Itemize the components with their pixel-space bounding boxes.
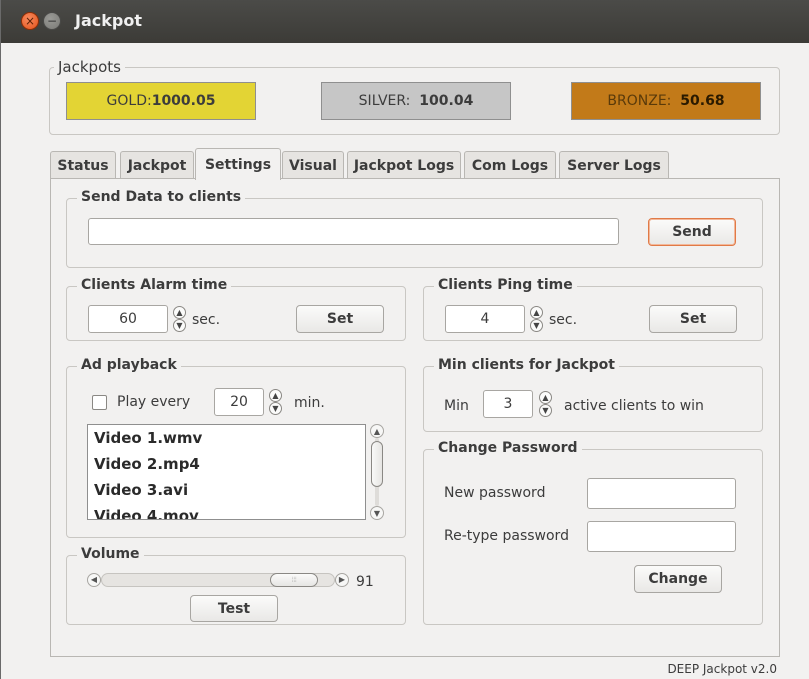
video-list-scrollbar[interactable]: ▲ ▼ [370,424,384,520]
spin-down-icon[interactable]: ▼ [269,402,282,415]
spin-up-icon[interactable]: ▲ [173,306,186,319]
play-every-checkbox[interactable] [92,395,107,410]
gold-jackpot-display: GOLD: 1000.05 [66,82,256,120]
min-clients-spinner[interactable]: ▲ ▼ [539,391,552,417]
volume-value: 91 [356,574,374,590]
ping-set-button[interactable]: Set [649,305,737,333]
tab-jackpot-logs[interactable]: Jackpot Logs [347,151,461,179]
bronze-value: 50.68 [680,93,725,109]
play-every-spinner[interactable]: ▲ ▼ [269,389,282,415]
title-bar: × − Jackpot [1,0,809,43]
new-password-field[interactable] [587,478,736,509]
list-item[interactable]: Video 4.mov [88,503,365,519]
alarm-time-spinner[interactable]: ▲ ▼ [173,306,186,332]
gold-value: 1000.05 [151,93,216,109]
min-clients-group-title: Min clients for Jackpot [434,357,619,373]
bronze-jackpot-display: BRONZE: 50.68 [571,82,761,120]
spin-up-icon[interactable]: ▲ [530,306,543,319]
jackpots-group-title: Jackpots [54,58,125,76]
change-password-group-title: Change Password [434,440,582,456]
window-title: Jackpot [75,11,142,30]
ping-unit-label: sec. [549,312,578,328]
list-item[interactable]: Video 1.wmv [88,425,365,451]
tab-visual[interactable]: Visual [282,151,344,179]
tab-com-logs[interactable]: Com Logs [464,151,556,179]
min-clients-input[interactable]: 3 [483,390,533,418]
app-window: × − Jackpot Jackpots GOLD: 1000.05 SILVER… [0,0,809,679]
volume-group-title: Volume [77,546,144,562]
change-password-button[interactable]: Change [634,565,722,593]
retype-password-label: Re-type password [444,528,569,544]
ping-time-group-title: Clients Ping time [434,277,577,293]
test-button[interactable]: Test [190,595,278,622]
tab-status[interactable]: Status [50,151,116,179]
scroll-down-icon[interactable]: ▼ [370,506,384,520]
alarm-time-group-title: Clients Alarm time [77,277,232,293]
play-every-unit: min. [294,395,325,411]
spin-up-icon[interactable]: ▲ [539,391,552,404]
scroll-right-icon[interactable]: ▶ [335,573,349,587]
tab-settings[interactable]: Settings [195,148,281,180]
silver-jackpot-display: SILVER: 100.04 [321,82,511,120]
ad-playback-group-title: Ad playback [77,357,181,373]
ping-time-input[interactable]: 4 [445,305,525,333]
min-clients-suffix: active clients to win [564,398,704,414]
close-icon[interactable]: × [21,12,39,30]
send-data-input[interactable] [88,218,619,245]
alarm-time-input[interactable]: 60 [88,305,168,333]
silver-label: SILVER: [358,93,411,109]
play-every-input[interactable]: 20 [214,388,264,416]
spin-down-icon[interactable]: ▼ [530,319,543,332]
play-every-label: Play every [117,394,191,410]
tab-jackpot[interactable]: Jackpot [120,151,194,179]
retype-password-field[interactable] [587,521,736,552]
scroll-thumb[interactable] [371,441,383,487]
alarm-set-button[interactable]: Set [296,305,384,333]
min-clients-prefix: Min [444,398,469,414]
list-item[interactable]: Video 3.avi [88,477,365,503]
scroll-left-icon[interactable]: ◀ [87,573,101,587]
volume-thumb[interactable]: ⦙⦙⦙ [270,573,319,587]
alarm-unit-label: sec. [192,312,221,328]
send-data-group-title: Send Data to clients [77,189,246,205]
version-label: DEEP Jackpot v2.0 [667,662,777,676]
gold-label: GOLD: [106,93,152,109]
ping-time-spinner[interactable]: ▲ ▼ [530,306,543,332]
spin-up-icon[interactable]: ▲ [269,389,282,402]
tab-server-logs[interactable]: Server Logs [559,151,669,179]
list-item[interactable]: Video 2.mp4 [88,451,365,477]
minimize-icon[interactable]: − [43,12,61,30]
silver-value: 100.04 [419,93,474,109]
scroll-up-icon[interactable]: ▲ [370,424,384,438]
new-password-label: New password [444,485,546,501]
spin-down-icon[interactable]: ▼ [173,319,186,332]
volume-slider[interactable]: ◀ ⦙⦙⦙ ▶ [87,573,349,587]
bronze-label: BRONZE: [607,93,672,109]
spin-down-icon[interactable]: ▼ [539,404,552,417]
video-list[interactable]: Video 1.wmv Video 2.mp4 Video 3.avi Vide… [87,424,366,520]
send-button[interactable]: Send [648,218,736,246]
